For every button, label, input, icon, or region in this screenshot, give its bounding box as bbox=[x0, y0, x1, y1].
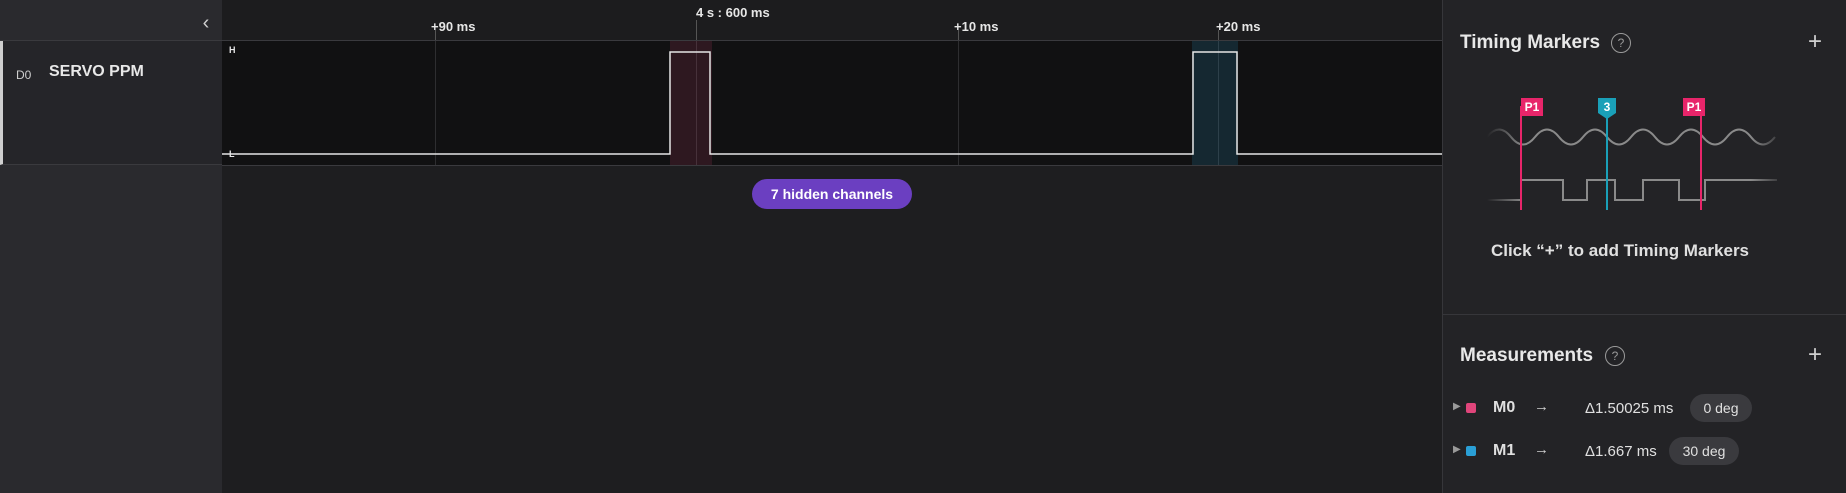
arrow-right-icon: → bbox=[1534, 441, 1549, 458]
color-swatch bbox=[1466, 446, 1476, 456]
marker-flag-label: P1 bbox=[1525, 100, 1540, 114]
channel-id: D0 bbox=[16, 68, 32, 82]
timing-markers-title: Timing Markers bbox=[1460, 32, 1601, 53]
arrow-right-icon: → bbox=[1534, 398, 1549, 415]
measurement-name: M1 bbox=[1493, 442, 1516, 459]
marker-flag-label: 3 bbox=[1604, 100, 1611, 114]
channel-row-d0[interactable]: D0 SERVO PPM bbox=[0, 41, 222, 165]
trace-svg bbox=[222, 41, 1442, 165]
section-divider bbox=[1443, 314, 1846, 315]
caret-right-icon[interactable]: ▶ bbox=[1453, 444, 1461, 455]
sidebar-header: ‹ bbox=[0, 3, 222, 41]
m0-highlight bbox=[670, 41, 712, 165]
tick-label: +90 ms bbox=[431, 19, 476, 34]
timing-markers-illustration: P1 3 P1 bbox=[1487, 92, 1787, 212]
channel-name[interactable]: SERVO PPM bbox=[49, 63, 144, 81]
add-timing-marker-button[interactable]: + bbox=[1808, 30, 1822, 54]
m1-highlight bbox=[1192, 41, 1238, 165]
measurement-badge: 0 deg bbox=[1690, 394, 1752, 422]
caret-right-icon[interactable]: ▶ bbox=[1453, 401, 1461, 412]
hidden-channels-button[interactable]: 7 hidden channels bbox=[752, 179, 912, 209]
time-ruler[interactable]: 4 s : 600 ms +90 ms +10 ms +20 ms bbox=[222, 0, 1442, 41]
tick-line bbox=[696, 20, 697, 40]
measurements-title: Measurements bbox=[1460, 345, 1594, 366]
high-label: H bbox=[229, 45, 236, 55]
tick-label: +10 ms bbox=[954, 19, 999, 34]
measurement-badge: 30 deg bbox=[1669, 437, 1739, 465]
channel-sidebar: ‹ D0 SERVO PPM bbox=[0, 0, 222, 493]
marker-flag-label: P1 bbox=[1687, 100, 1702, 114]
channel-trace[interactable]: H L bbox=[222, 41, 1442, 166]
color-swatch bbox=[1466, 403, 1476, 413]
help-circle-icon[interactable]: ? bbox=[1605, 346, 1625, 366]
cursor-time-label: 4 s : 600 ms bbox=[696, 5, 770, 20]
measurement-delta: Δ1.50025 ms bbox=[1585, 400, 1674, 417]
help-circle-icon[interactable]: ? bbox=[1611, 33, 1631, 53]
chevron-left-icon[interactable]: ‹ bbox=[196, 13, 216, 33]
waveform-area[interactable]: 4 s : 600 ms +90 ms +10 ms +20 ms H L 7 … bbox=[222, 0, 1442, 493]
waveform-line bbox=[222, 51, 1442, 155]
measurement-delta: Δ1.667 ms bbox=[1585, 443, 1657, 460]
analysis-sidebar: Timing Markers ? + P1 3 P1 Click “+” to … bbox=[1442, 0, 1846, 493]
add-measurement-button[interactable]: + bbox=[1808, 343, 1822, 367]
measurement-row-m0[interactable]: ▶ M0 → Δ1.50025 ms 0 deg bbox=[1443, 393, 1846, 423]
low-label: L bbox=[229, 149, 235, 159]
timing-markers-hint: Click “+” to add Timing Markers bbox=[1490, 241, 1750, 260]
tick-label: +20 ms bbox=[1216, 19, 1261, 34]
measurement-name: M0 bbox=[1493, 399, 1516, 416]
measurement-row-m1[interactable]: ▶ M1 → Δ1.667 ms 30 deg bbox=[1443, 436, 1846, 466]
